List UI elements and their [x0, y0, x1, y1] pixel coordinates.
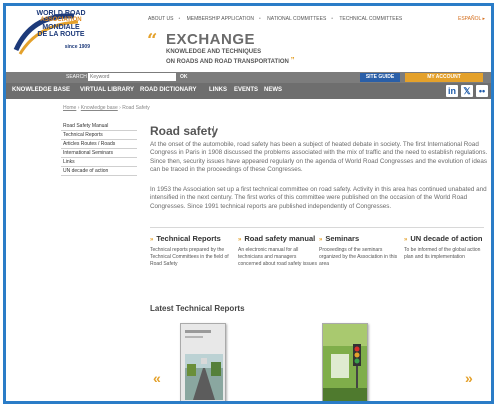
- sidebar-item-seminars[interactable]: International Seminars: [61, 149, 137, 158]
- arrow-icon: »: [404, 237, 408, 243]
- card-title-text[interactable]: Technical Reports: [156, 234, 220, 243]
- nav-events[interactable]: EVENTS: [234, 87, 258, 93]
- card-description: Proceedings of the seminars organized by…: [319, 247, 398, 267]
- traffic-light-image: [323, 324, 367, 401]
- linkedin-icon[interactable]: in: [446, 85, 458, 97]
- sidebar: Road Safety Manual Technical Reports Art…: [61, 122, 137, 176]
- search-ok-button[interactable]: OK: [180, 74, 188, 80]
- latest-reports-heading: Latest Technical Reports: [150, 304, 245, 313]
- arrow-icon: »: [238, 237, 242, 243]
- topnav-national-committees[interactable]: NATIONAL COMMITTEES: [267, 16, 326, 22]
- topnav-technical-committees[interactable]: TECHNICAL COMMITTEES: [339, 16, 402, 22]
- card-title-text[interactable]: Seminars: [325, 234, 359, 243]
- breadcrumb-knowledge-base[interactable]: Knowledge base: [81, 105, 118, 111]
- topnav-membership[interactable]: MEMBERSHIP APPLICATION: [187, 16, 254, 22]
- nav-knowledge-base[interactable]: KNOWLEDGE BASE: [12, 87, 70, 93]
- card-road-safety-manual[interactable]: » Road safety manual An electronic manual…: [238, 235, 318, 268]
- card-description: To be informed of the global action plan…: [404, 247, 481, 260]
- card-technical-reports[interactable]: » Technical Reports Technical reports pre…: [150, 235, 230, 268]
- card-title-text[interactable]: UN decade of action: [410, 234, 482, 243]
- logo-line2: ASSOCIATION: [40, 17, 82, 23]
- topnav-dot: •: [331, 16, 334, 22]
- card-title[interactable]: » Road safety manual: [238, 235, 318, 244]
- site-header: WORLD ROAD ASSOCIATION MONDIALE DE LA RO…: [6, 6, 491, 72]
- search-input[interactable]: [88, 73, 176, 81]
- my-account-button[interactable]: MY ACCOUNT: [405, 73, 483, 82]
- nav-news[interactable]: NEWS: [264, 87, 282, 93]
- exchange-subtitle-2-text: ON ROADS AND ROAD TRANSPORTATION: [166, 59, 289, 65]
- exchange-title: EXCHANGE: [166, 31, 256, 48]
- reports-carousel: « »: [150, 318, 488, 401]
- sidebar-item-road-safety-manual[interactable]: Road Safety Manual: [61, 122, 137, 131]
- search-label: SEARCH: [66, 74, 87, 80]
- topnav-dot: •: [178, 16, 181, 22]
- browser-frame: WORLD ROAD ASSOCIATION MONDIALE DE LA RO…: [3, 3, 494, 404]
- divider: [150, 227, 484, 228]
- arrow-icon: »: [319, 237, 323, 243]
- logo-line1: WORLD ROAD: [36, 10, 86, 17]
- quote-open-icon: “: [147, 30, 158, 51]
- report-cover-2[interactable]: [322, 323, 368, 401]
- intro-paragraph-1: At the onset of the automobile, road saf…: [150, 141, 488, 173]
- card-title[interactable]: » Seminars: [319, 235, 399, 244]
- card-un-decade[interactable]: » UN decade of action To be informed of t…: [404, 235, 484, 261]
- logo-text: WORLD ROAD ASSOCIATION MONDIALE DE LA RO…: [32, 10, 91, 51]
- nav-virtual-library[interactable]: VIRTUAL LIBRARY: [80, 87, 134, 93]
- breadcrumb-home[interactable]: Home: [63, 105, 76, 111]
- site-guide-button[interactable]: SITE GUIDE: [360, 73, 400, 82]
- topnav-dot: •: [258, 16, 261, 22]
- card-title-text[interactable]: Road safety manual: [244, 234, 315, 243]
- card-description: An electronic manual for all technicians…: [238, 247, 317, 267]
- sidebar-item-articles[interactable]: Articles Routes / Roads: [61, 140, 137, 149]
- exchange-subtitle-2: ON ROADS AND ROAD TRANSPORTATION ”: [166, 56, 295, 65]
- nav-links[interactable]: LINKS: [209, 87, 227, 93]
- nav-road-dictionary[interactable]: ROAD DICTIONARY: [140, 87, 196, 93]
- logo-line5: since 1909: [64, 44, 90, 50]
- top-nav: ABOUT US • MEMBERSHIP APPLICATION • NATION…: [148, 16, 407, 22]
- card-seminars[interactable]: » Seminars Proceedings of the seminars or…: [319, 235, 399, 268]
- flickr-icon[interactable]: ••: [476, 85, 488, 97]
- quote-close-icon: ”: [290, 56, 295, 65]
- main-nav: KNOWLEDGE BASE VIRTUAL LIBRARY ROAD DICT…: [6, 83, 491, 99]
- text-cursor: [213, 126, 214, 136]
- topnav-about-us[interactable]: ABOUT US: [148, 16, 173, 22]
- logo-line4: DE LA ROUTE: [37, 31, 85, 38]
- card-description: Technical reports prepared by the Techni…: [150, 247, 229, 267]
- road-photo-image: [181, 324, 225, 401]
- breadcrumb: Home › Knowledge base › Road Safety: [63, 105, 150, 111]
- intro-paragraph-2: In 1953 the Association set up a first t…: [150, 186, 487, 210]
- page-title: Road safety: [150, 124, 219, 138]
- language-link[interactable]: ESPAÑOL ▸: [458, 16, 485, 22]
- arrow-icon: »: [150, 237, 154, 243]
- sidebar-item-technical-reports[interactable]: Technical Reports: [61, 131, 137, 140]
- search-bar: SEARCH OK SITE GUIDE MY ACCOUNT: [6, 72, 491, 83]
- sidebar-item-links[interactable]: Links: [61, 158, 137, 167]
- card-title[interactable]: » UN decade of action: [404, 235, 484, 244]
- breadcrumb-current: Road Safety: [122, 105, 150, 111]
- exchange-subtitle-1: KNOWLEDGE AND TECHNIQUES: [166, 49, 262, 55]
- card-title[interactable]: » Technical Reports: [150, 235, 230, 244]
- sidebar-item-un-decade[interactable]: UN decade of action: [61, 167, 137, 176]
- report-cover-1[interactable]: [180, 323, 226, 401]
- twitter-icon[interactable]: 𝕏: [461, 85, 473, 97]
- carousel-prev-icon[interactable]: «: [153, 370, 161, 386]
- logo-line3: MONDIALE: [42, 24, 80, 31]
- carousel-next-icon[interactable]: »: [465, 370, 473, 386]
